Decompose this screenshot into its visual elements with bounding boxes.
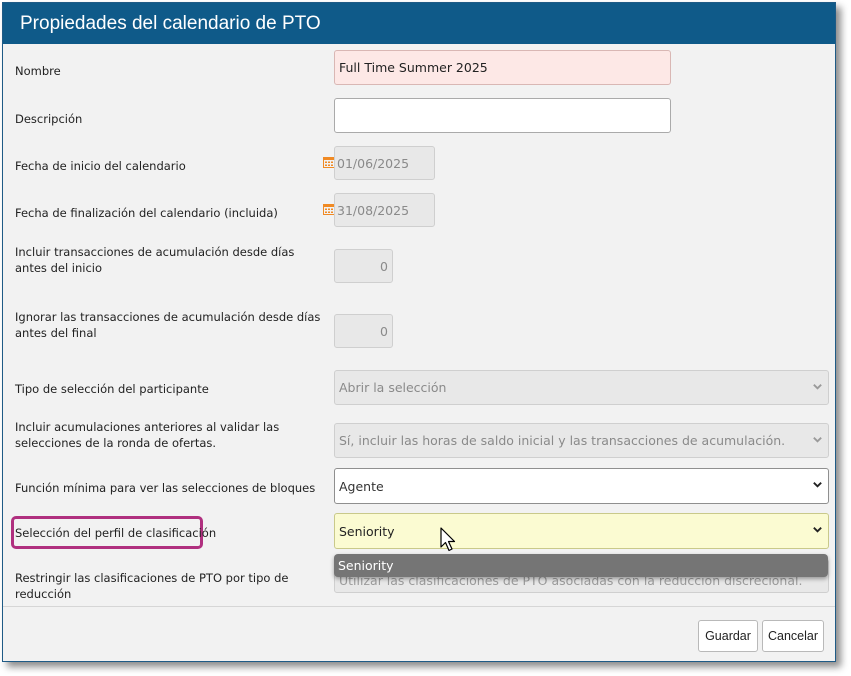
- incluir-acumulaciones-value: Sí, incluir las horas de saldo inicial y…: [339, 433, 786, 448]
- nombre-label: Nombre: [15, 64, 61, 78]
- fecha-fin-value: 31/08/2025: [337, 202, 410, 218]
- chevron-down-icon: [813, 436, 822, 443]
- pto-calendar-properties-dialog: Propiedades del calendario de PTO Nombre…: [2, 2, 836, 662]
- ignorar-transacciones-label: Ignorar las transacciones de acumulación…: [15, 310, 321, 340]
- tipo-seleccion-label: Tipo de selección del participante: [15, 382, 209, 396]
- incluir-transacciones-input[interactable]: 0: [334, 249, 393, 283]
- fecha-inicio-value: 01/06/2025: [337, 155, 410, 171]
- descripcion-label: Descripción: [15, 112, 83, 126]
- funcion-minima-label: Función mínima para ver las selecciones …: [15, 481, 316, 495]
- ignorar-transacciones-value: 0: [380, 323, 388, 339]
- dialog-title: Propiedades del calendario de PTO: [3, 3, 835, 44]
- incluir-transacciones-value: 0: [380, 258, 388, 274]
- tipo-seleccion-select[interactable]: Abrir la selección: [334, 370, 829, 405]
- perfil-clasificacion-dropdown-option[interactable]: Seniority: [334, 554, 828, 577]
- incluir-acumulaciones-select[interactable]: Sí, incluir las horas de saldo inicial y…: [334, 423, 829, 458]
- restringir-label: Restringir las clasificaciones de PTO po…: [15, 571, 289, 601]
- descripcion-input[interactable]: [334, 98, 671, 133]
- footer-divider: [3, 606, 835, 607]
- chevron-down-icon: [813, 383, 822, 390]
- funcion-minima-value: Agente: [339, 478, 384, 494]
- nombre-input[interactable]: Full Time Summer 2025: [334, 50, 671, 85]
- funcion-minima-select[interactable]: Agente: [334, 468, 829, 504]
- incluir-transacciones-label: Incluir transacciones de acumulación des…: [15, 245, 295, 275]
- nombre-value: Full Time Summer 2025: [339, 60, 488, 75]
- perfil-clasificacion-select[interactable]: Seniority: [334, 513, 829, 549]
- fecha-fin-label: Fecha de finalización del calendario (in…: [15, 206, 278, 220]
- perfil-clasificacion-value: Seniority: [339, 523, 395, 539]
- mouse-cursor-icon: [440, 527, 456, 552]
- save-button[interactable]: Guardar: [698, 620, 758, 652]
- incluir-acumulaciones-label: Incluir acumulaciones anteriores al vali…: [15, 420, 280, 450]
- chevron-down-icon: [813, 527, 822, 533]
- fecha-inicio-label: Fecha de inicio del calendario: [15, 159, 186, 173]
- ignorar-transacciones-input[interactable]: 0: [334, 314, 393, 348]
- perfil-clasificacion-label: Selección del perfil de clasificación: [15, 526, 217, 540]
- tipo-seleccion-value: Abrir la selección: [339, 380, 447, 395]
- fecha-inicio-input[interactable]: 01/06/2025: [334, 146, 435, 180]
- fecha-fin-input[interactable]: 31/08/2025: [334, 193, 435, 227]
- cancel-button[interactable]: Cancelar: [762, 620, 824, 652]
- chevron-down-icon: [813, 482, 822, 488]
